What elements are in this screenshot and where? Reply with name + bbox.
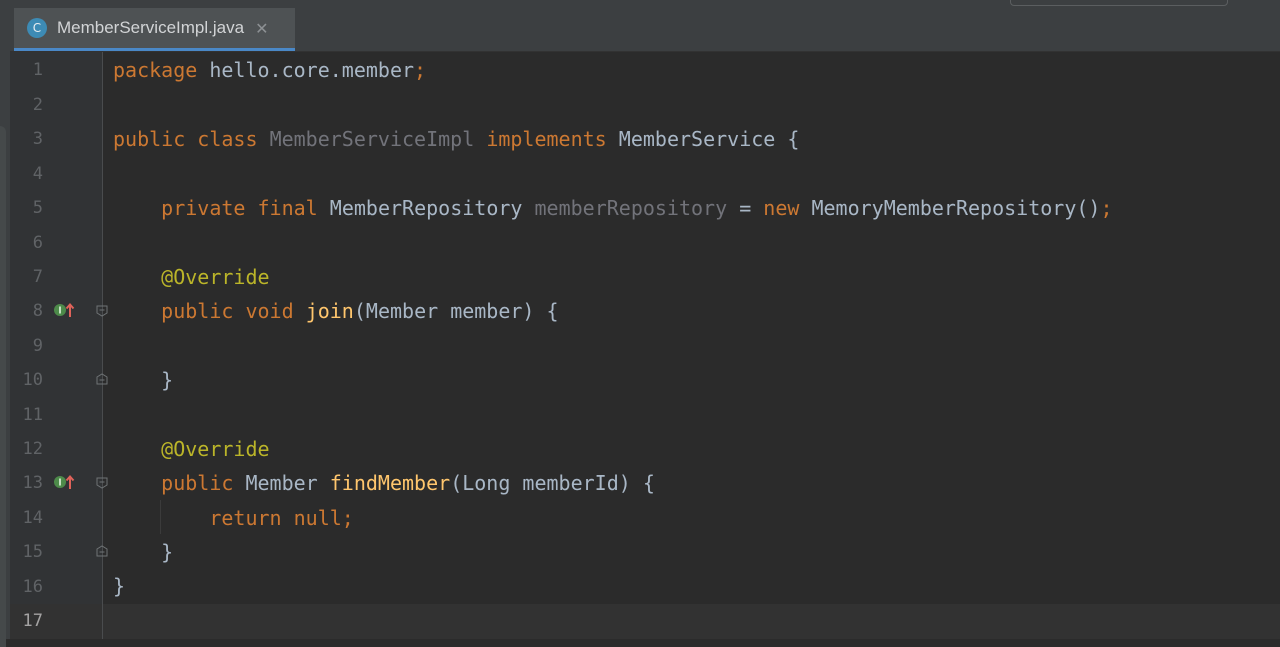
- search-field-edge[interactable]: [1010, 0, 1228, 6]
- implements-method-icon[interactable]: [53, 474, 75, 490]
- parameters: (Long memberId) {: [450, 471, 655, 495]
- tab-title: MemberServiceImpl.java: [57, 18, 245, 37]
- semicolon: ;: [414, 58, 427, 82]
- class-icon: C: [27, 18, 47, 38]
- brace: }: [113, 574, 126, 598]
- line-number: 12: [22, 439, 43, 459]
- close-icon[interactable]: ✕: [255, 19, 268, 38]
- tool-strip-handle: [0, 126, 6, 647]
- implements-method-icon[interactable]: [53, 302, 75, 318]
- field-name: memberRepository: [534, 196, 728, 220]
- brace: }: [161, 368, 174, 392]
- parameters: (Member member) {: [353, 299, 559, 323]
- keyword: class: [197, 127, 258, 151]
- code-line-13[interactable]: public Member findMember(Long memberId) …: [113, 472, 655, 494]
- line-number: 16: [22, 577, 43, 597]
- semicolon: ;: [341, 506, 354, 530]
- null-literal: null: [293, 506, 342, 530]
- line-number: 4: [32, 164, 43, 184]
- line-number: 2: [32, 95, 43, 115]
- line-number: 13: [22, 473, 43, 493]
- package-name: hello.core.member: [209, 58, 415, 82]
- class-name: MemberServiceImpl: [269, 127, 475, 151]
- fold-icon[interactable]: [96, 545, 108, 557]
- code-line-16[interactable]: }: [113, 575, 125, 597]
- interface-name: MemberService: [618, 127, 776, 151]
- line-number: 15: [22, 542, 43, 562]
- line-number: 10: [22, 370, 43, 390]
- type-name: Member: [245, 471, 318, 495]
- keyword: void: [245, 299, 294, 323]
- annotation: @Override: [161, 265, 270, 289]
- keyword: final: [257, 196, 318, 220]
- semicolon: ;: [1100, 196, 1113, 220]
- fold-icon[interactable]: [96, 305, 108, 317]
- code-line-12[interactable]: @Override: [113, 437, 270, 461]
- code-line-10[interactable]: }: [113, 369, 173, 391]
- top-toolbar-strip: [0, 0, 1280, 8]
- method-name: join: [305, 299, 354, 323]
- code-line-8[interactable]: public void join(Member member) {: [113, 299, 559, 323]
- line-number: 11: [22, 405, 43, 425]
- type-name: MemberRepository: [329, 196, 523, 220]
- line-number: 6: [32, 233, 43, 253]
- current-line-highlight: [10, 604, 1280, 639]
- keyword: public: [161, 471, 234, 495]
- fold-icon[interactable]: [96, 373, 108, 385]
- code-line-3[interactable]: public class MemberServiceImpl implement…: [113, 128, 799, 150]
- line-number: 8: [32, 301, 43, 321]
- keyword: private: [161, 196, 246, 220]
- editor-tab[interactable]: C MemberServiceImpl.java ✕: [14, 8, 295, 51]
- keyword: package: [113, 58, 198, 82]
- line-number: 3: [32, 129, 43, 149]
- line-number-current: 17: [22, 611, 43, 631]
- method-name: findMember: [329, 471, 451, 495]
- code-line-1[interactable]: package hello.core.member;: [113, 59, 426, 81]
- code-line-7[interactable]: @Override: [113, 265, 270, 289]
- keyword: public: [113, 127, 186, 151]
- line-number: 14: [22, 508, 43, 528]
- brace: }: [161, 540, 174, 564]
- line-number: 5: [32, 198, 43, 218]
- line-number: 7: [32, 267, 43, 287]
- constructor-call: MemoryMemberRepository(): [811, 196, 1101, 220]
- code-line-5[interactable]: private final MemberRepository memberRep…: [113, 197, 1112, 219]
- keyword: return: [209, 506, 282, 530]
- line-number: 9: [32, 336, 43, 356]
- editor-tab-bar: C MemberServiceImpl.java ✕: [0, 8, 1280, 52]
- line-number: 1: [32, 60, 43, 80]
- left-tool-strip: [0, 8, 10, 647]
- code-line-14[interactable]: return null;: [113, 507, 354, 529]
- fold-icon[interactable]: [96, 477, 108, 489]
- keyword: implements: [486, 127, 607, 151]
- keyword: new: [763, 196, 800, 220]
- keyword: public: [161, 299, 234, 323]
- operator: =: [739, 196, 752, 220]
- annotation: @Override: [161, 437, 270, 461]
- brace: {: [787, 127, 800, 151]
- code-line-15[interactable]: }: [113, 541, 173, 563]
